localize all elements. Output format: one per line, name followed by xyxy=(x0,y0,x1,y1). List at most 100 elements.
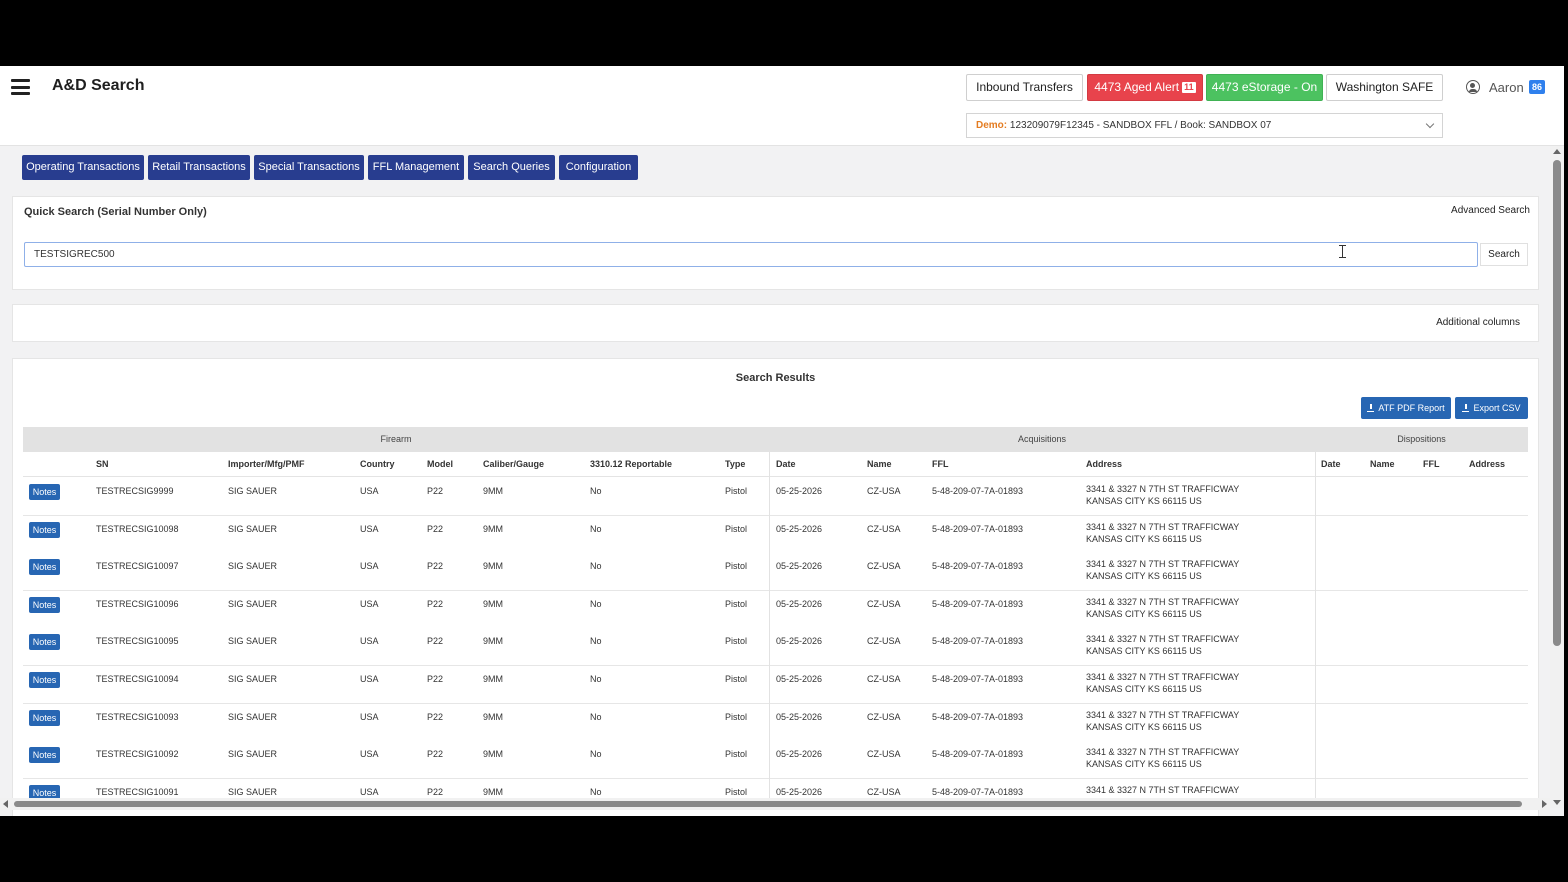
notes-button[interactable]: Notes xyxy=(29,596,60,613)
nav-special-transactions[interactable]: Special Transactions xyxy=(254,155,364,180)
col-header-disp-date[interactable]: Date xyxy=(1321,452,1341,476)
col-header-sn[interactable]: SN xyxy=(96,452,109,476)
inbound-transfers-button[interactable]: Inbound Transfers xyxy=(966,74,1083,101)
notes-button[interactable]: Notes xyxy=(29,709,60,726)
cell-caliber: 9MM xyxy=(483,711,503,722)
col-header-disp-ffl[interactable]: FFL xyxy=(1423,452,1440,476)
scroll-up-icon[interactable] xyxy=(1553,149,1561,154)
washington-safe-button[interactable]: Washington SAFE xyxy=(1326,74,1443,101)
nav-search-queries[interactable]: Search Queries xyxy=(468,155,555,180)
search-button[interactable]: Search xyxy=(1480,243,1528,266)
cell-sn: TESTRECSIG10096 xyxy=(96,598,179,609)
vertical-scrollbar[interactable] xyxy=(1550,146,1564,808)
cell-sn: TESTRECSIG10091 xyxy=(96,786,179,797)
cell-acq-ffl: 5-48-209-07-7A-01893 xyxy=(932,674,1024,684)
notes-button[interactable]: Notes xyxy=(29,559,60,576)
col-header-acq-address[interactable]: Address xyxy=(1086,452,1122,476)
cell-acq-name: CZ-USA xyxy=(867,636,901,647)
col-header-model[interactable]: Model xyxy=(427,452,453,476)
col-header-country[interactable]: Country xyxy=(360,452,395,476)
horizontal-scroll-thumb[interactable] xyxy=(14,801,1522,807)
col-header-acq-name[interactable]: Name xyxy=(867,452,892,476)
col-header-reportable[interactable]: 3310.12 Reportable xyxy=(590,452,672,476)
col-header-importer[interactable]: Importer/Mfg/PMF xyxy=(228,452,305,476)
notes-button[interactable]: Notes xyxy=(29,521,60,538)
atf-pdf-report-button[interactable]: ATF PDF Report xyxy=(1361,397,1451,419)
cell-mfg: SIG SAUER xyxy=(228,561,278,572)
col-header-acq-ffl[interactable]: FFL xyxy=(932,452,949,476)
col-header-disp-address[interactable]: Address xyxy=(1469,452,1505,476)
additional-columns-link[interactable]: Additional columns xyxy=(1436,317,1520,328)
user-name[interactable]: Aaron xyxy=(1489,80,1524,95)
nav-operating-transactions[interactable]: Operating Transactions xyxy=(22,155,144,180)
cell-model: P22 xyxy=(427,711,444,722)
vertical-scroll-thumb[interactable] xyxy=(1553,160,1561,646)
group-header-acquisitions: Acquisitions xyxy=(1017,434,1067,444)
cell-country: USA xyxy=(360,636,379,647)
cell-reportable: No xyxy=(590,561,602,572)
cell-acq-date: 05-25-2026 xyxy=(776,523,823,534)
cell-acq-ffl: 5-48-209-07-7A-01893 xyxy=(932,749,1024,760)
nav-ffl-management[interactable]: FFL Management xyxy=(368,155,464,180)
cell-acq-name: CZ-USA xyxy=(867,598,901,609)
cell-acq-ffl: 5-48-209-07-7A-01893 xyxy=(932,598,1024,609)
cell-sn: TESTRECSIG10092 xyxy=(96,749,179,760)
cell-acq-address: 3341 & 3327 N 7TH ST TRAFFICWAY KANSAS CI… xyxy=(1086,558,1239,582)
scroll-down-icon[interactable] xyxy=(1553,800,1561,805)
col-header-acq-date[interactable]: Date xyxy=(776,452,796,476)
cell-mfg: SIG SAUER xyxy=(228,523,278,534)
cell-caliber: 9MM xyxy=(483,749,503,760)
cell-type: Pistol xyxy=(725,561,748,572)
serial-search-input[interactable] xyxy=(24,242,1478,267)
nav-configuration[interactable]: Configuration xyxy=(559,155,638,180)
notes-button[interactable]: Notes xyxy=(29,484,60,500)
cell-sn: TESTRECSIG10098 xyxy=(96,523,179,534)
user-icon[interactable] xyxy=(1466,80,1480,94)
cell-reportable: No xyxy=(590,598,602,609)
cell-caliber: 9MM xyxy=(483,523,503,534)
cell-acq-address: 3341 & 3327 N 7TH ST TRAFFICWAY KANSAS CI… xyxy=(1086,709,1239,733)
cell-acq-date: 05-25-2026 xyxy=(776,598,823,609)
estorage-button[interactable]: 4473 eStorage - On xyxy=(1206,74,1323,101)
cell-type: Pistol xyxy=(725,711,748,722)
cell-model: P22 xyxy=(427,561,444,572)
notes-button[interactable]: Notes xyxy=(29,672,60,688)
aged-alert-button[interactable]: 4473 Aged Alert 11 xyxy=(1087,74,1203,101)
cell-country: USA xyxy=(360,561,379,572)
cell-type: Pistol xyxy=(725,674,748,684)
cell-acq-name: CZ-USA xyxy=(867,561,901,572)
cell-type: Pistol xyxy=(725,486,748,496)
address-line-2: KANSAS CITY KS 66115 US xyxy=(1086,646,1202,657)
cell-acq-name: CZ-USA xyxy=(867,523,901,534)
ffl-book-select[interactable]: Demo: 123209079F12345 - SANDBOX FFL / Bo… xyxy=(966,113,1443,138)
cell-mfg: SIG SAUER xyxy=(228,598,278,609)
cell-sn: TESTRECSIG10095 xyxy=(96,636,179,647)
cell-mfg: SIG SAUER xyxy=(228,636,278,647)
advanced-search-link[interactable]: Advanced Search xyxy=(1451,205,1530,216)
col-header-disp-name[interactable]: Name xyxy=(1370,452,1395,476)
text-cursor-icon xyxy=(1339,245,1346,258)
hamburger-menu-icon[interactable] xyxy=(11,79,30,95)
cell-country: USA xyxy=(360,598,379,609)
cell-mfg: SIG SAUER xyxy=(228,486,278,496)
scroll-right-icon[interactable] xyxy=(1542,800,1547,808)
cell-acq-address: 3341 & 3327 N 7TH ST TRAFFICWAY KANSAS CI… xyxy=(1086,746,1239,770)
cell-country: USA xyxy=(360,786,379,797)
notes-button[interactable]: Notes xyxy=(29,747,60,764)
col-header-type[interactable]: Type xyxy=(725,452,745,476)
group-header-firearm: Firearm xyxy=(380,434,412,444)
address-line-1: 3341 & 3327 N 7TH ST TRAFFICWAY xyxy=(1086,709,1240,720)
download-icon xyxy=(1367,404,1375,412)
notes-button[interactable]: Notes xyxy=(29,634,60,651)
col-header-caliber[interactable]: Caliber/Gauge xyxy=(483,452,544,476)
nav-retail-transactions[interactable]: Retail Transactions xyxy=(148,155,250,180)
cell-acq-name: CZ-USA xyxy=(867,786,901,797)
export-csv-button[interactable]: Export CSV xyxy=(1455,397,1528,419)
scroll-left-icon[interactable] xyxy=(3,800,8,808)
table-group-header: Firearm Acquisitions Dispositions xyxy=(23,427,1528,452)
cell-model: P22 xyxy=(427,749,444,760)
cell-acq-address: 3341 & 3327 N 7TH ST TRAFFICWAY KANSAS CI… xyxy=(1086,633,1239,657)
cell-acq-date: 05-25-2026 xyxy=(776,636,823,647)
horizontal-scrollbar[interactable] xyxy=(0,798,1550,810)
table-row: Notes TESTRECSIG10096 SIG SAUER USA P22 9MM No… xyxy=(23,590,1528,629)
